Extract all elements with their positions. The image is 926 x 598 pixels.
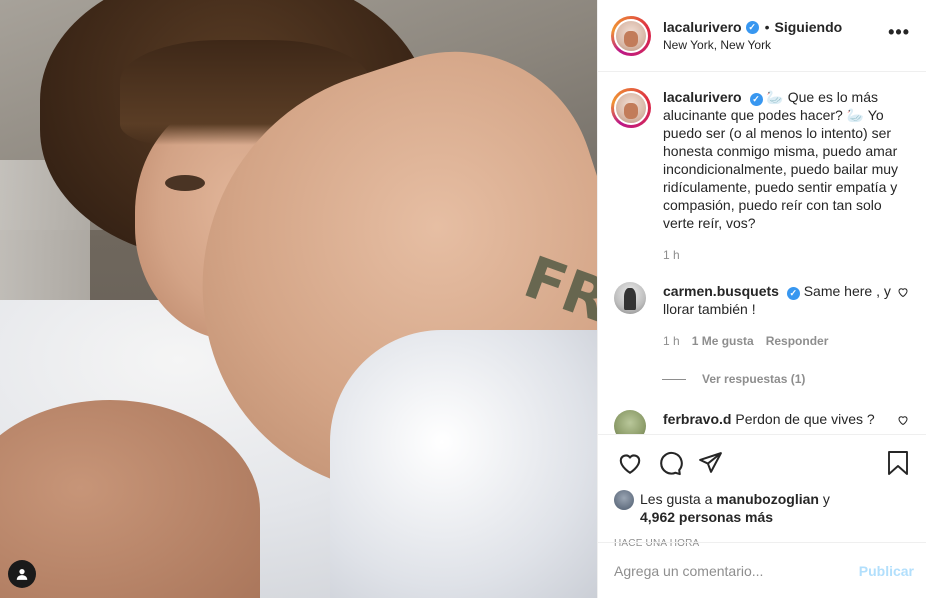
comment-bubble-icon — [660, 451, 683, 475]
share-button[interactable] — [690, 443, 730, 483]
commenter-avatar[interactable] — [614, 282, 646, 314]
comment-item: ferbravo.d Perdon de que vives ? — [611, 410, 910, 434]
likes-summary[interactable]: Les gusta a manubozoglian y 4,962 person… — [598, 490, 926, 526]
likes-joiner: y — [822, 491, 830, 507]
likes-text: Les gusta a manubozoglian y 4,962 person… — [640, 490, 830, 526]
more-options-icon[interactable]: ••• — [888, 22, 910, 43]
author-avatar — [614, 18, 648, 53]
verified-badge-icon: ✓ — [786, 286, 800, 300]
verified-badge-icon: ✓ — [749, 92, 763, 106]
bookmark-icon — [888, 450, 908, 475]
separator-dot: • — [764, 19, 770, 35]
liker-avatar[interactable] — [614, 490, 634, 510]
following-button[interactable]: Siguiendo — [775, 19, 843, 35]
comment-meta: 1 h 1 Me gusta Responder — [663, 332, 896, 350]
person-icon — [16, 569, 28, 580]
author-username[interactable]: lacalurivero — [663, 19, 742, 35]
like-comment-heart-icon[interactable] — [896, 414, 910, 426]
save-button[interactable] — [878, 443, 918, 483]
comment-text: Perdon de que vives ? — [735, 411, 875, 427]
send-icon — [698, 452, 722, 473]
comment-item: carmen.busquets ✓ Same here , y llorar t… — [611, 282, 910, 350]
author-row: lacalurivero ✓ • Siguiendo — [663, 19, 888, 35]
like-button[interactable] — [610, 443, 650, 483]
comment-username[interactable]: carmen.busquets — [663, 283, 779, 299]
publish-button[interactable]: Publicar — [859, 563, 914, 579]
commenter-avatar[interactable] — [614, 410, 646, 434]
caption-text: 🦢 Que es lo más alucinante que podes hac… — [663, 89, 899, 231]
post-header: lacalurivero ✓ • Siguiendo New York, New… — [598, 0, 926, 72]
verified-badge-icon: ✓ — [745, 20, 759, 34]
comment-body: ferbravo.d Perdon de que vives ? — [663, 410, 896, 434]
photo-left-eye — [165, 175, 205, 191]
instagram-post: FR lacalurivero ✓ • Siguiendo New York, … — [0, 0, 926, 598]
author-info: lacalurivero ✓ • Siguiendo New York, New… — [663, 19, 888, 52]
author-avatar-ring[interactable] — [611, 15, 651, 56]
replies-line — [662, 378, 686, 380]
add-comment-bar: Publicar — [598, 542, 926, 598]
liker-username[interactable]: manubozoglian — [716, 491, 819, 507]
comments-list[interactable]: lacalurivero ✓ 🦢 Que es lo más alucinant… — [598, 72, 926, 434]
caption: lacalurivero ✓ 🦢 Que es lo más alucinant… — [611, 88, 910, 264]
reply-button[interactable]: Responder — [766, 332, 829, 350]
caption-time[interactable]: 1 h — [663, 246, 680, 264]
action-bar — [598, 434, 926, 490]
like-comment-heart-icon[interactable] — [896, 286, 910, 298]
view-replies-button[interactable]: Ver respuestas (1) — [662, 372, 910, 386]
heart-icon — [619, 454, 641, 474]
comment-body: carmen.busquets ✓ Same here , y llorar t… — [663, 282, 896, 350]
caption-meta: 1 h — [663, 246, 910, 264]
photo-pillow — [330, 330, 597, 598]
post-side-panel: lacalurivero ✓ • Siguiendo New York, New… — [597, 0, 926, 598]
comment-likes[interactable]: 1 Me gusta — [692, 332, 754, 350]
caption-username[interactable]: lacalurivero — [663, 89, 742, 105]
likes-prefix: Les gusta a — [640, 491, 713, 507]
likes-count[interactable]: 4,962 personas más — [640, 508, 830, 526]
caption-avatar-ring[interactable] — [611, 88, 651, 128]
view-replies-label: Ver respuestas (1) — [702, 372, 806, 386]
post-photo[interactable]: FR — [0, 0, 597, 598]
comment-button[interactable] — [650, 443, 690, 483]
caption-body: lacalurivero ✓ 🦢 Que es lo más alucinant… — [663, 88, 910, 264]
comment-username[interactable]: ferbravo.d — [663, 411, 731, 427]
comment-time[interactable]: 1 h — [663, 332, 680, 350]
post-location[interactable]: New York, New York — [663, 38, 888, 52]
tagged-user-icon[interactable] — [8, 560, 36, 588]
caption-avatar — [614, 91, 648, 125]
comment-input[interactable] — [614, 562, 859, 579]
